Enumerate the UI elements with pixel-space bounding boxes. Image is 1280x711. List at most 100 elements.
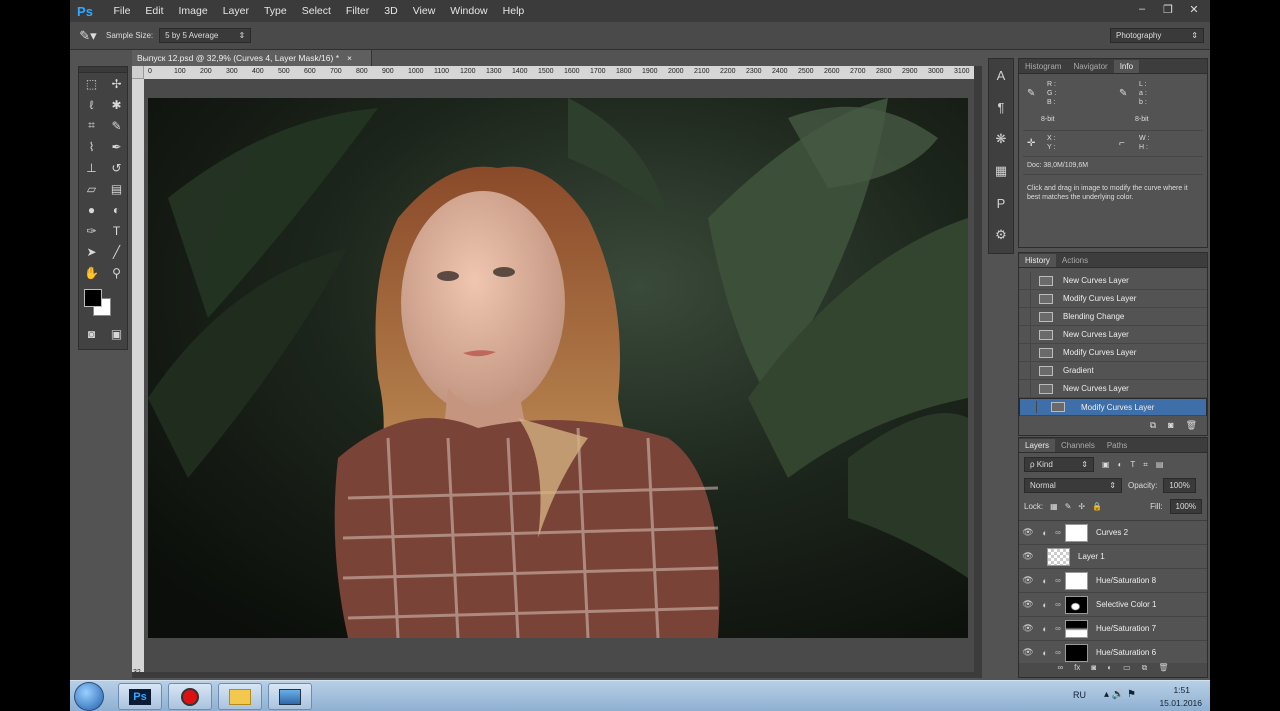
menu-layer[interactable]: Layer <box>215 5 256 17</box>
tab-actions[interactable]: Actions <box>1056 254 1094 267</box>
filter-pixel-icon[interactable]: ▣ <box>1102 460 1110 469</box>
visibility-eye-icon[interactable]: 👁 <box>1019 599 1037 610</box>
history-step[interactable]: New Curves Layer <box>1019 326 1207 344</box>
properties-panel-icon[interactable]: P <box>989 187 1013 219</box>
new-document-from-state-icon[interactable]: ⧉ <box>1150 420 1156 431</box>
close-tab-icon[interactable]: × <box>347 53 352 63</box>
layer-mask-thumbnail[interactable] <box>1065 571 1088 590</box>
trash-icon[interactable]: 🗑 <box>1186 420 1197 431</box>
minimize-button[interactable]: ‒ <box>1130 0 1154 18</box>
language-indicator[interactable]: RU <box>1073 690 1086 700</box>
eyedropper-tool-preset-icon[interactable]: ✎▾ <box>70 28 106 44</box>
menu-help[interactable]: Help <box>495 5 532 17</box>
history-brush-icon[interactable]: ↺ <box>104 157 129 178</box>
blend-mode-select[interactable]: Normal ⇕ <box>1024 478 1122 493</box>
menu-file[interactable]: File <box>106 5 138 17</box>
mask-link-icon[interactable]: ∞ <box>1053 600 1063 609</box>
history-step-current[interactable]: Modify Curves Layer <box>1019 398 1207 416</box>
character-panel-icon[interactable]: A <box>989 59 1013 91</box>
line-tool-icon[interactable]: ╱ <box>104 241 129 262</box>
zoom-tool-icon[interactable]: ⚲ <box>104 262 129 283</box>
visibility-eye-icon[interactable]: 👁 <box>1019 623 1037 634</box>
lock-pixels-icon[interactable]: ✎ <box>1065 502 1072 511</box>
layer-mask-thumbnail[interactable] <box>1065 595 1088 614</box>
eyedropper-tool-icon[interactable]: ✎ <box>104 115 129 136</box>
history-step[interactable]: Gradient <box>1019 362 1207 380</box>
brush-presets-icon[interactable]: ❋ <box>989 123 1013 155</box>
tray-icons[interactable]: ▴ 🔊 ⚑ <box>1104 689 1136 700</box>
menu-3d[interactable]: 3D <box>377 5 405 17</box>
quick-select-tool-icon[interactable]: ✱ <box>104 94 129 115</box>
history-step[interactable]: Blending Change <box>1019 308 1207 326</box>
tab-history[interactable]: History <box>1019 254 1056 267</box>
add-mask-icon[interactable]: ◙ <box>1091 663 1096 677</box>
layer-row[interactable]: 👁 ◐ ∞ Hue/Saturation 8 <box>1019 569 1207 593</box>
visibility-eye-icon[interactable]: 👁 <box>1019 527 1037 538</box>
pen-tool-icon[interactable]: ✑ <box>79 220 104 241</box>
visibility-eye-icon[interactable]: 👁 <box>1019 647 1037 658</box>
tab-navigator[interactable]: Navigator <box>1067 60 1113 73</box>
vertical-ruler[interactable]: 32 <box>132 79 144 678</box>
close-button[interactable]: ✕ <box>1182 0 1206 18</box>
tab-histogram[interactable]: Histogram <box>1019 60 1067 73</box>
history-step[interactable]: New Curves Layer <box>1019 380 1207 398</box>
menu-edit[interactable]: Edit <box>138 5 171 17</box>
horizontal-scrollbar[interactable] <box>132 672 974 678</box>
layer-mask-thumbnail[interactable] <box>1065 619 1088 638</box>
snapshot-icon[interactable]: ◙ <box>1168 420 1173 431</box>
healing-brush-icon[interactable]: ⌇ <box>79 136 104 157</box>
taskbar-photo-viewer[interactable] <box>268 683 312 710</box>
maximize-button[interactable]: ❐ <box>1156 0 1180 18</box>
mask-link-icon[interactable]: ∞ <box>1053 648 1063 657</box>
marquee-tool-icon[interactable]: ⬚ <box>79 73 104 94</box>
layer-thumbnail[interactable] <box>1047 547 1070 566</box>
screen-mode-icon[interactable]: ▣ <box>104 323 129 344</box>
filter-shape-icon[interactable]: ⌗ <box>1143 460 1148 470</box>
menu-view[interactable]: View <box>405 5 443 17</box>
layer-row[interactable]: 👁 ◐ ∞ Hue/Saturation 6 <box>1019 641 1207 665</box>
layer-row[interactable]: 👁 Layer 1 <box>1019 545 1207 569</box>
type-tool-icon[interactable]: T <box>104 220 129 241</box>
tab-paths[interactable]: Paths <box>1101 439 1133 452</box>
layer-style-icon[interactable]: fx <box>1074 663 1080 677</box>
taskbar-photoshop[interactable]: Ps <box>118 683 162 710</box>
delete-layer-icon[interactable]: 🗑 <box>1158 663 1168 677</box>
dodge-tool-icon[interactable]: ◐ <box>104 199 129 220</box>
tab-channels[interactable]: Channels <box>1055 439 1101 452</box>
document-tab[interactable]: Выпуск 12.psd @ 32,9% (Curves 4, Layer M… <box>132 50 372 66</box>
mask-link-icon[interactable]: ∞ <box>1053 624 1063 633</box>
fill-input[interactable]: 100% <box>1169 499 1202 514</box>
menu-type[interactable]: Type <box>256 5 294 17</box>
taskbar-explorer[interactable] <box>218 683 262 710</box>
visibility-eye-icon[interactable]: 👁 <box>1019 575 1037 586</box>
mask-link-icon[interactable]: ∞ <box>1053 528 1063 537</box>
start-button[interactable] <box>74 682 104 711</box>
lock-position-icon[interactable]: ✢ <box>1078 502 1085 511</box>
history-step[interactable]: Modify Curves Layer <box>1019 290 1207 308</box>
opacity-input[interactable]: 100% <box>1163 478 1196 493</box>
link-layers-icon[interactable]: ∞ <box>1057 663 1063 677</box>
adjustments-panel-icon[interactable]: ⚙ <box>989 219 1013 251</box>
clock-date[interactable]: 15.01.2016 <box>1159 698 1202 708</box>
layer-filter-select[interactable]: ρ Kind ⇕ <box>1024 457 1094 472</box>
document-canvas[interactable] <box>148 98 968 638</box>
filter-smart-icon[interactable]: ▤ <box>1156 460 1164 469</box>
hand-tool-icon[interactable]: ✋ <box>79 262 104 283</box>
clone-source-icon[interactable]: ▦ <box>989 155 1013 187</box>
crop-tool-icon[interactable]: ⌗ <box>79 115 104 136</box>
layer-row[interactable]: 👁 ◐ ∞ Selective Color 1 <box>1019 593 1207 617</box>
history-step[interactable]: New Curves Layer <box>1019 272 1207 290</box>
path-select-icon[interactable]: ➤ <box>79 241 104 262</box>
color-swatches[interactable] <box>79 283 127 323</box>
paragraph-panel-icon[interactable]: ¶ <box>989 91 1013 123</box>
brush-tool-icon[interactable]: ✒ <box>104 136 129 157</box>
clone-stamp-icon[interactable]: ⊥ <box>79 157 104 178</box>
menu-select[interactable]: Select <box>294 5 338 17</box>
eraser-tool-icon[interactable]: ▱ <box>79 178 104 199</box>
vertical-scrollbar[interactable] <box>974 66 982 678</box>
menu-window[interactable]: Window <box>443 5 495 17</box>
mask-link-icon[interactable]: ∞ <box>1053 576 1063 585</box>
filter-type-icon[interactable]: T <box>1130 460 1135 469</box>
new-group-icon[interactable]: ▭ <box>1123 663 1131 677</box>
horizontal-ruler[interactable]: 0 100 200 300 400 500 600 700 800 900 1000 1100 1200… <box>144 66 974 79</box>
